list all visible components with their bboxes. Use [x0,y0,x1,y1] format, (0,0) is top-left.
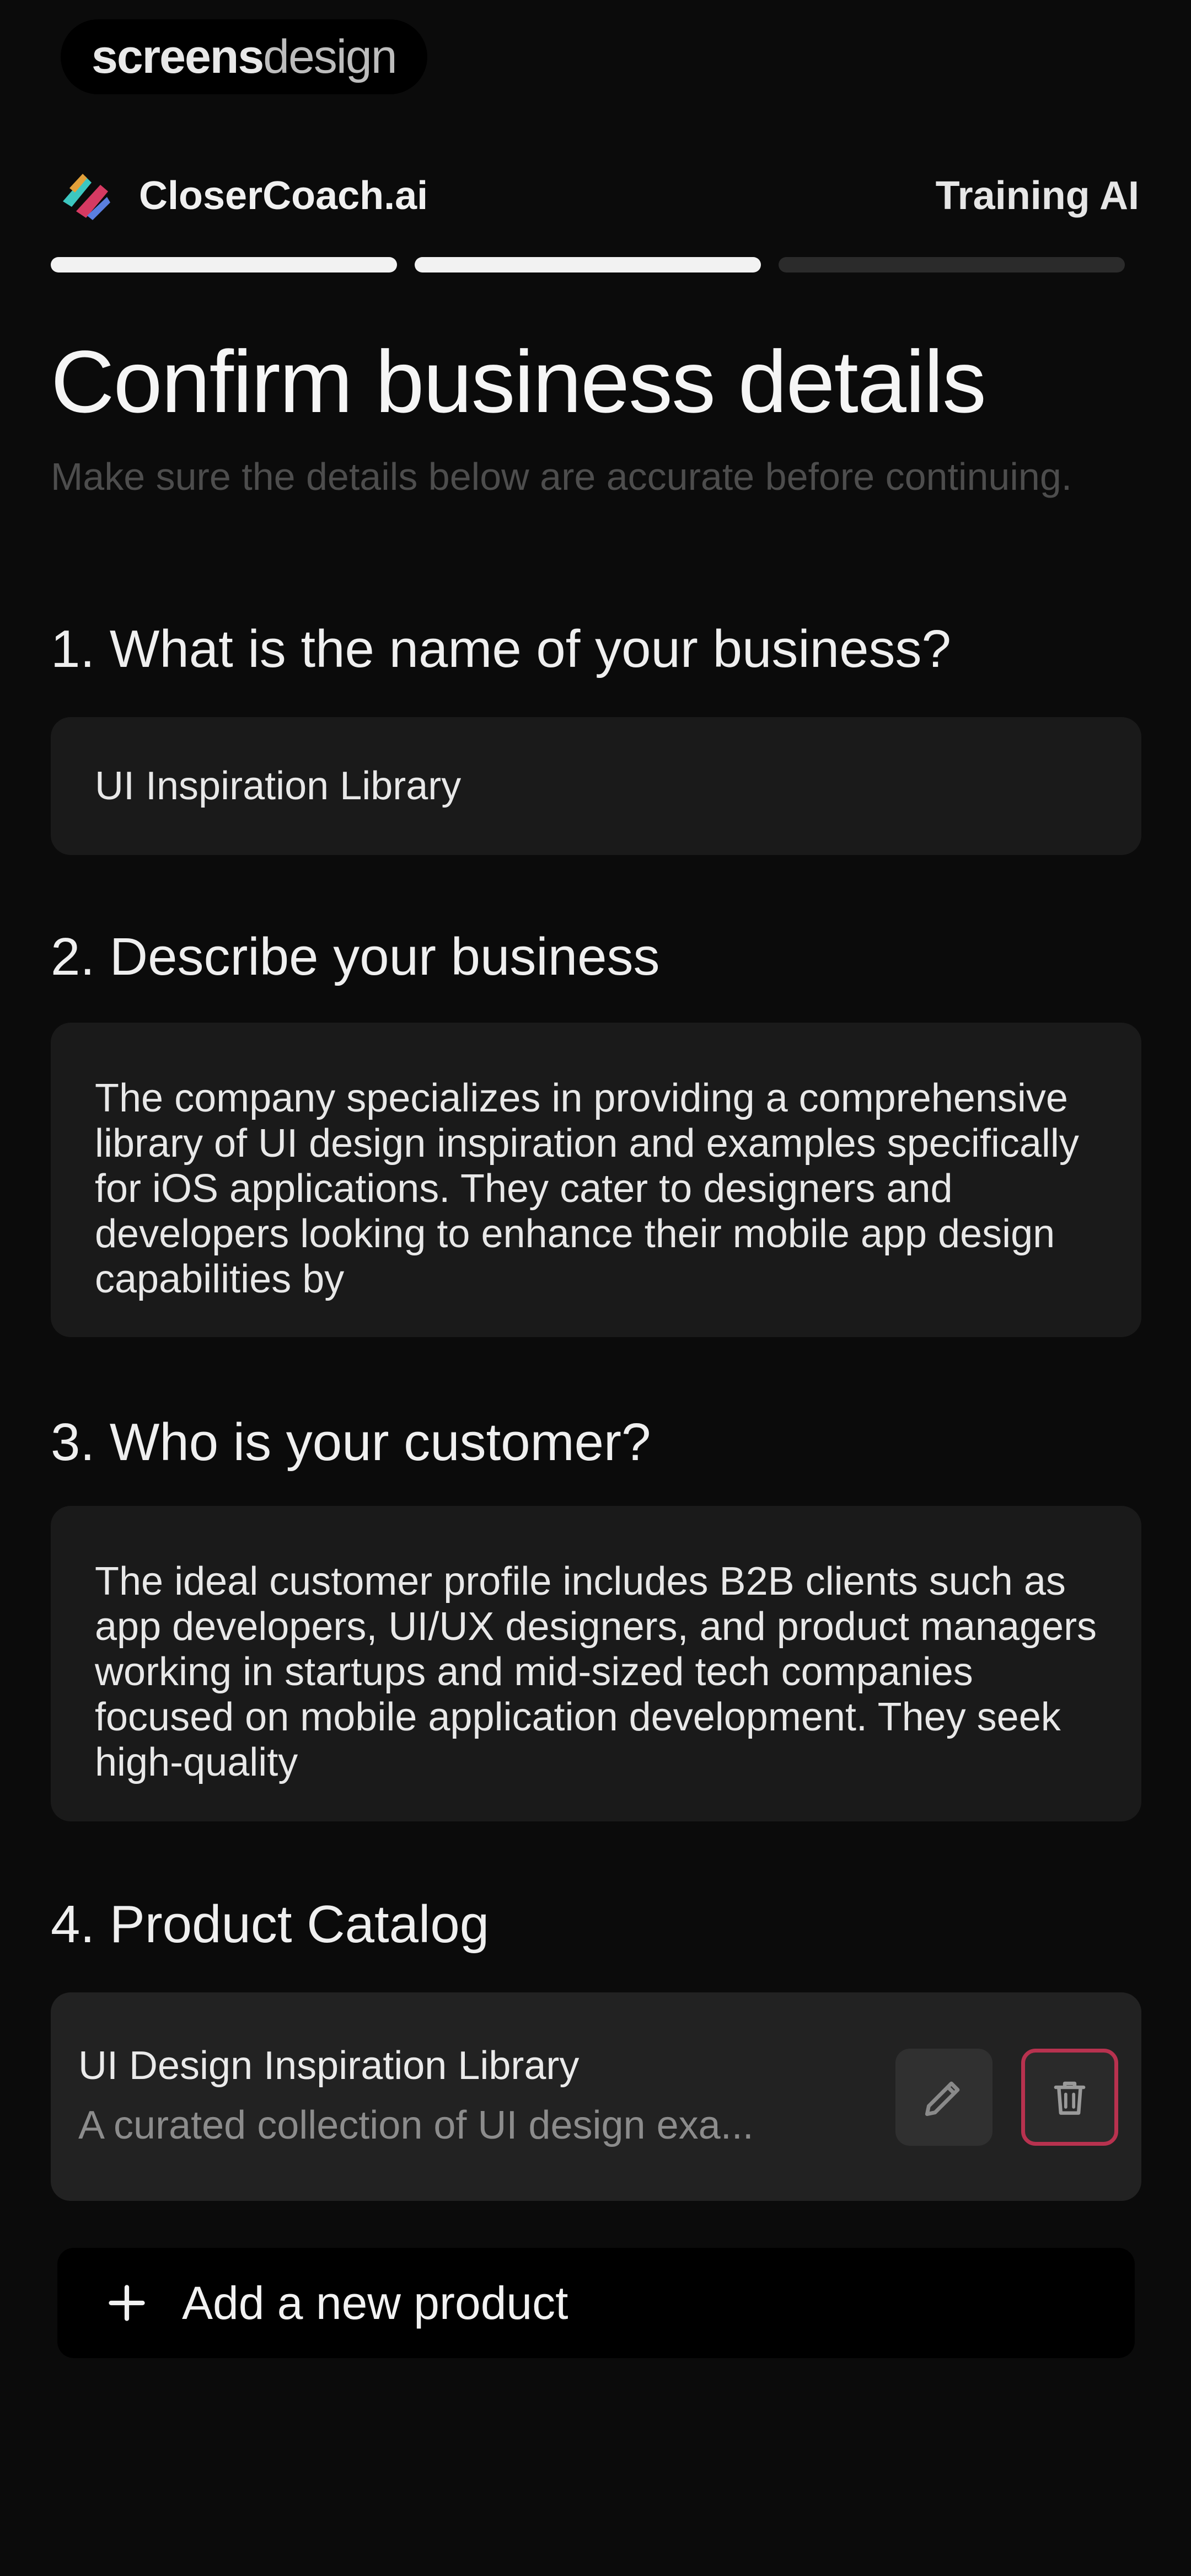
watermark-light-text: design [263,30,397,83]
question-3-label: 3. Who is your customer? [51,1413,651,1472]
product-description: A curated collection of UI design exa... [78,2103,754,2147]
delete-product-button[interactable] [1021,2049,1118,2146]
edit-product-button[interactable] [895,2049,993,2146]
step-progress [51,257,1125,272]
closercoach-logo-icon [63,174,110,220]
product-item[interactable]: UI Design Inspiration Library A curated … [51,1992,1141,2201]
progress-step-3 [779,257,1125,272]
add-product-button[interactable]: Add a new product [57,2248,1135,2358]
header: CloserCoach.ai Training AI [53,160,1139,232]
brand-name: CloserCoach.ai [139,174,428,218]
training-ai-label: Training AI [935,174,1139,218]
add-product-label: Add a new product [182,2276,568,2329]
plus-icon [109,2285,145,2321]
page-title: Confirm business details [51,332,986,431]
question-1-label: 1. What is the name of your business? [51,619,951,678]
brand[interactable]: CloserCoach.ai [53,163,428,229]
progress-step-2 [415,257,761,272]
customer-description-input[interactable]: The ideal customer profile includes B2B … [51,1506,1141,1821]
product-name: UI Design Inspiration Library [78,2044,580,2088]
business-description-input[interactable]: The company specializes in providing a c… [51,1023,1141,1337]
question-2-label: 2. Describe your business [51,927,660,986]
question-4-label: 4. Product Catalog [51,1895,490,1954]
page-subtitle: Make sure the details below are accurate… [51,455,1072,498]
business-name-input[interactable] [51,717,1141,855]
progress-step-1 [51,257,397,272]
watermark-bold-text: screens [92,30,264,83]
pencil-icon [925,2081,960,2117]
watermark: screens design [61,19,427,94]
trash-icon [1054,2081,1086,2115]
